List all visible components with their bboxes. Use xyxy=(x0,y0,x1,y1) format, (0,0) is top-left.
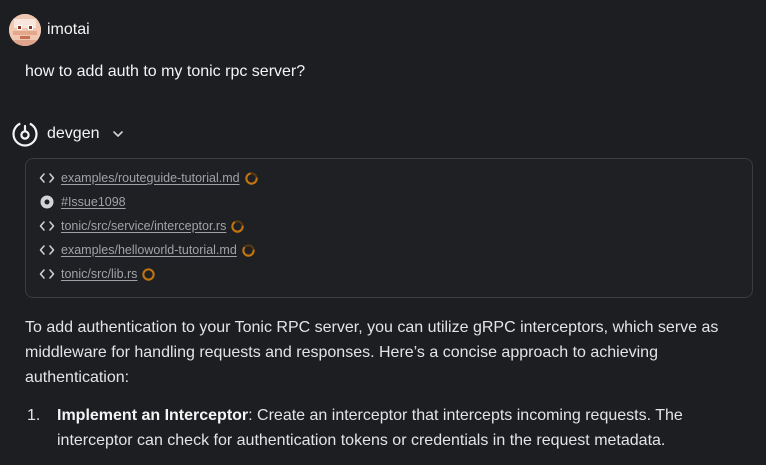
list-item: 1. Implement an Interceptor: Create an i… xyxy=(25,403,725,453)
context-item-link[interactable]: tonic/src/service/interceptor.rs xyxy=(61,219,226,233)
code-brackets-icon xyxy=(39,221,55,231)
context-item[interactable]: examples/routeguide-tutorial.md xyxy=(39,168,259,188)
answer-intro: To add authentication to your Tonic RPC … xyxy=(25,319,719,386)
context-item-link[interactable]: examples/helloworld-tutorial.md xyxy=(61,243,237,257)
step-title: Implement an Interceptor xyxy=(57,407,249,424)
context-item-link[interactable]: #Issue1098 xyxy=(61,195,126,209)
user-question: how to add auth to my tonic rpc server? xyxy=(25,63,306,80)
context-item[interactable]: tonic/src/service/interceptor.rs xyxy=(39,216,245,236)
user-name: imotai xyxy=(47,21,90,38)
code-brackets-icon xyxy=(39,269,55,279)
loading-spinner-icon xyxy=(231,219,245,233)
context-item-link[interactable]: examples/routeguide-tutorial.md xyxy=(61,171,240,185)
loading-spinner-icon xyxy=(142,267,156,281)
user-message-header: imotai xyxy=(9,14,90,46)
step-number: 1. xyxy=(27,407,41,424)
loading-spinner-icon xyxy=(244,171,258,185)
context-item[interactable]: tonic/src/lib.rs xyxy=(39,264,156,284)
answer-steps-list: 1. Implement an Interceptor: Create an i… xyxy=(25,403,725,453)
assistant-name: devgen xyxy=(47,125,100,142)
loading-spinner-icon xyxy=(242,243,255,257)
chevron-down-icon[interactable] xyxy=(112,128,124,140)
issue-icon xyxy=(40,195,54,209)
context-references-panel: examples/routeguide-tutorial.md #Issue10… xyxy=(25,158,753,298)
context-item-link[interactable]: tonic/src/lib.rs xyxy=(61,267,137,281)
assistant-header[interactable]: devgen xyxy=(11,120,124,148)
pixel-avatar-icon xyxy=(9,14,41,46)
devgen-logo-icon xyxy=(12,121,38,147)
context-item[interactable]: examples/helloworld-tutorial.md xyxy=(39,240,256,260)
code-brackets-icon xyxy=(39,173,55,183)
code-brackets-icon xyxy=(39,245,55,255)
context-item[interactable]: #Issue1098 xyxy=(39,192,126,212)
